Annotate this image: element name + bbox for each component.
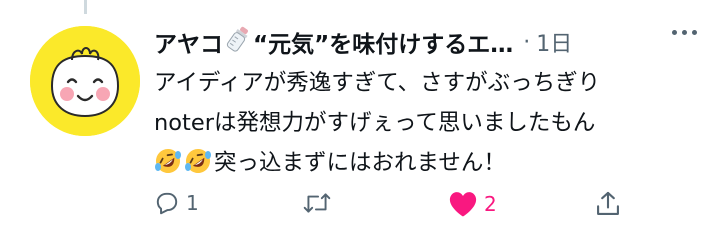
more-dot [692,30,697,35]
tweet-text-line: noterは発想力がすげぇって思いましたもん [154,110,596,136]
author-name-suffix: “元気”を味付けするエ… [253,32,514,58]
heart-icon [449,192,477,217]
action-bar: 1 2 [154,190,634,230]
retweet-icon [303,193,331,213]
more-options-icon[interactable] [672,30,697,35]
separator-dot: · [523,29,531,55]
more-dot [682,30,687,35]
like-button[interactable]: 2 [448,190,497,218]
like-count: 2 [484,192,497,216]
retweet-button[interactable] [302,190,338,216]
author-name-text: アヤコ [154,32,223,58]
tweet-text-line: アイディアが秀逸すぎて、さすがぶっちぎり [154,70,601,96]
tweet-header: アヤコ “元気”を味付けするエ… · 1日 [154,24,699,60]
author-name[interactable]: アヤコ “元気”を味付けするエ… [154,25,513,59]
reply-icon [156,192,178,215]
reply-button[interactable]: 1 [154,190,199,216]
baby-bottle-icon [225,25,251,59]
timestamp[interactable]: 1日 [536,26,572,58]
tweet-text-line-with-emoji: 突っ込まずにはおれません！ [154,143,704,183]
baby-face-icon [30,26,140,136]
share-button[interactable] [594,190,622,218]
more-dot [672,30,677,35]
avatar[interactable] [30,26,140,136]
reply-count: 1 [186,191,199,215]
thread-connector-line [84,0,87,14]
tweet-text-tail: 突っ込まずにはおれません！ [214,150,506,176]
rolling-on-floor-laughing-icon [185,149,211,173]
rolling-on-floor-laughing-icon [155,149,181,173]
tweet-text: アイディアが秀逸すぎて、さすがぶっちぎり noterは発想力がすげぇって思いまし… [154,63,704,183]
share-icon [597,191,619,215]
